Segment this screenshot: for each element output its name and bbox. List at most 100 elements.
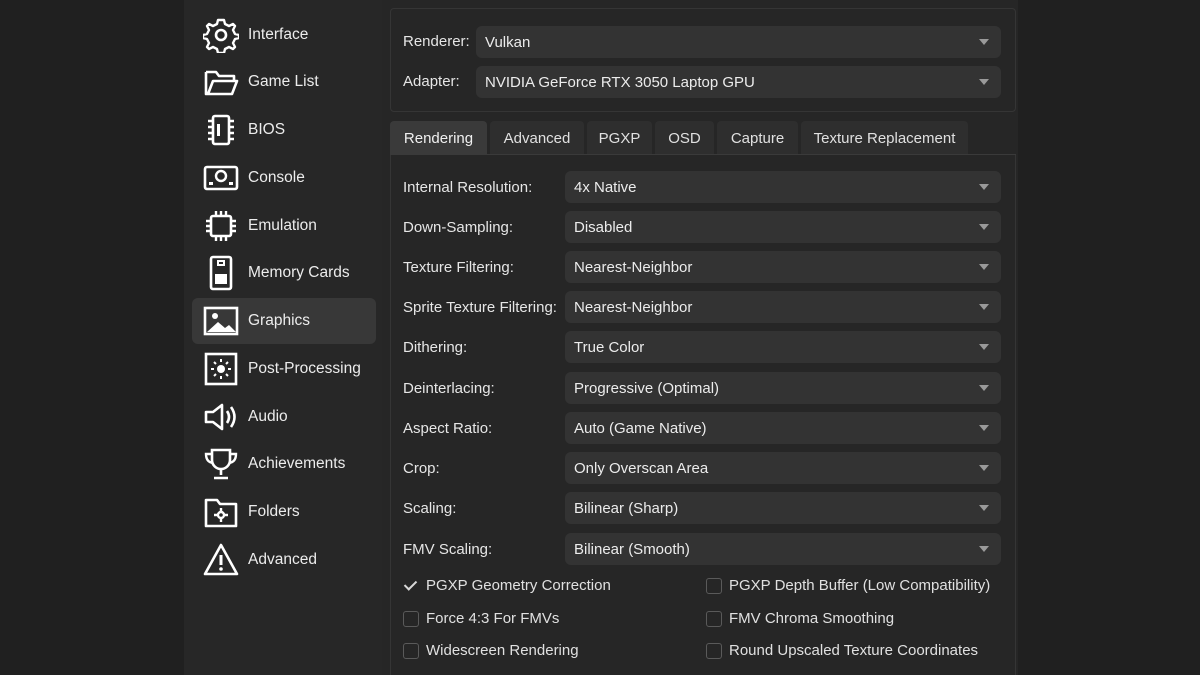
sidebar-item-interface[interactable]: Interface [192,12,376,58]
chevron-down-icon [979,264,989,270]
sidebar-item-emulation[interactable]: Emulation [192,203,376,249]
setting-value: Bilinear (Smooth) [574,540,690,558]
setting-value: True Color [574,338,645,356]
setting-label: Aspect Ratio: [403,420,493,437]
chevron-down-icon [979,425,989,431]
renderer-select[interactable]: Vulkan [476,26,1001,58]
folder-open-icon [202,63,240,101]
sidebar-item-graphics[interactable]: Graphics [192,298,376,344]
tab-pgxp[interactable]: PGXP [587,121,652,155]
fmv-chroma-smoothing-checkbox[interactable]: FMV Chroma Smoothing [706,610,894,627]
cpu-icon [202,207,240,245]
setting-label: Sprite Texture Filtering: [403,299,557,316]
checkbox-unchecked-icon [403,610,419,627]
sidebar-item-label: Emulation [248,217,317,234]
sidebar-item-label: BIOS [248,121,286,138]
chevron-down-icon [979,224,989,230]
setting-value: 4x Native [574,178,637,196]
sidebar-item-label: Achievements [248,455,346,472]
sidebar-item-console[interactable]: Console [192,155,376,201]
chevron-down-icon [979,184,989,190]
checkbox-label: PGXP Depth Buffer (Low Compatibility) [729,577,991,594]
sidebar-item-audio[interactable]: Audio [192,394,376,440]
sidebar-item-memory-cards[interactable]: Memory Cards [192,250,376,296]
setting-value: Progressive (Optimal) [574,379,720,397]
pgxp-geometry-correction-checkbox[interactable]: PGXP Geometry Correction [403,577,611,594]
pgxp-depth-buffer-checkbox[interactable]: PGXP Depth Buffer (Low Compatibility) [706,577,990,594]
chevron-down-icon [979,304,989,310]
backdrop-left [0,0,184,675]
setting-label: Scaling: [403,500,457,517]
adapter-value: NVIDIA GeForce RTX 3050 Laptop GPU [485,73,755,91]
setting-value: Nearest-Neighbor [574,258,693,276]
checkbox-unchecked-icon [403,642,419,659]
sidebar-item-game-list[interactable]: Game List [192,59,376,105]
checkbox-unchecked-icon [706,642,722,659]
settings-sidebar: Interface Game List BIOS Console Emulati… [184,0,382,675]
widescreen-rendering-checkbox[interactable]: Widescreen Rendering [403,642,579,659]
force-4-3-fmvs-checkbox[interactable]: Force 4:3 For FMVs [403,610,559,627]
sidebar-item-label: Console [248,169,305,186]
scaling-select[interactable]: Bilinear (Sharp) [565,492,1001,524]
brightness-icon [202,350,240,388]
checkbox-checked-icon [403,578,419,594]
fmv-scaling-select[interactable]: Bilinear (Smooth) [565,533,1001,565]
crop-select[interactable]: Only Overscan Area [565,452,1001,484]
round-upscaled-texture-coordinates-checkbox[interactable]: Round Upscaled Texture Coordinates [706,642,978,659]
chevron-down-icon [979,344,989,350]
chevron-down-icon [979,385,989,391]
setting-value: Disabled [574,218,633,236]
sidebar-item-advanced[interactable]: Advanced [192,537,376,583]
sidebar-item-label: Post-Processing [248,360,361,377]
console-icon [202,159,240,197]
checkbox-unchecked-icon [706,610,722,627]
checkbox-label: FMV Chroma Smoothing [729,610,895,627]
setting-label: Crop: [403,460,440,477]
internal-resolution-select[interactable]: 4x Native [565,171,1001,203]
sidebar-item-folders[interactable]: Folders [192,489,376,535]
setting-value: Auto (Game Native) [574,419,707,437]
chevron-down-icon [979,505,989,511]
setting-value: Nearest-Neighbor [574,298,693,316]
aspect-ratio-select[interactable]: Auto (Game Native) [565,412,1001,444]
warning-icon [202,541,240,579]
sidebar-item-achievements[interactable]: Achievements [192,441,376,487]
setting-label: Internal Resolution: [403,179,533,196]
checkbox-label: Round Upscaled Texture Coordinates [729,642,979,659]
checkbox-label: PGXP Geometry Correction [426,577,611,594]
folder-settings-icon [202,493,240,531]
deinterlacing-select[interactable]: Progressive (Optimal) [565,372,1001,404]
tab-texture-replacement[interactable]: Texture Replacement [801,121,968,155]
sidebar-item-post-processing[interactable]: Post-Processing [192,346,376,392]
down-sampling-select[interactable]: Disabled [565,211,1001,243]
sidebar-item-label: Memory Cards [248,264,350,281]
tab-osd[interactable]: OSD [655,121,714,155]
setting-value: Bilinear (Sharp) [574,499,679,517]
sprite-texture-filtering-select[interactable]: Nearest-Neighbor [565,291,1001,323]
adapter-label: Adapter: [403,73,460,90]
tab-capture[interactable]: Capture [717,121,798,155]
dithering-select[interactable]: True Color [565,331,1001,363]
chevron-down-icon [979,465,989,471]
sidebar-item-label: Audio [248,408,288,425]
texture-filtering-select[interactable]: Nearest-Neighbor [565,251,1001,283]
tab-advanced[interactable]: Advanced [490,121,584,155]
sidebar-item-bios[interactable]: BIOS [192,107,376,153]
setting-label: Deinterlacing: [403,380,495,397]
backdrop-right [1018,0,1200,675]
tab-rendering[interactable]: Rendering [390,121,487,155]
setting-label: Texture Filtering: [403,259,514,276]
checkbox-label: Force 4:3 For FMVs [426,610,560,627]
setting-label: FMV Scaling: [403,541,493,558]
trophy-icon [202,445,240,483]
adapter-select[interactable]: NVIDIA GeForce RTX 3050 Laptop GPU [476,66,1001,98]
chip-icon [202,111,240,149]
sidebar-item-label: Interface [248,26,309,43]
speaker-icon [202,398,240,436]
sidebar-item-label: Game List [248,73,319,90]
renderer-value: Vulkan [485,33,531,51]
setting-value: Only Overscan Area [574,459,709,477]
checkbox-unchecked-icon [706,577,722,594]
renderer-label: Renderer: [403,33,470,50]
setting-label: Dithering: [403,339,468,356]
